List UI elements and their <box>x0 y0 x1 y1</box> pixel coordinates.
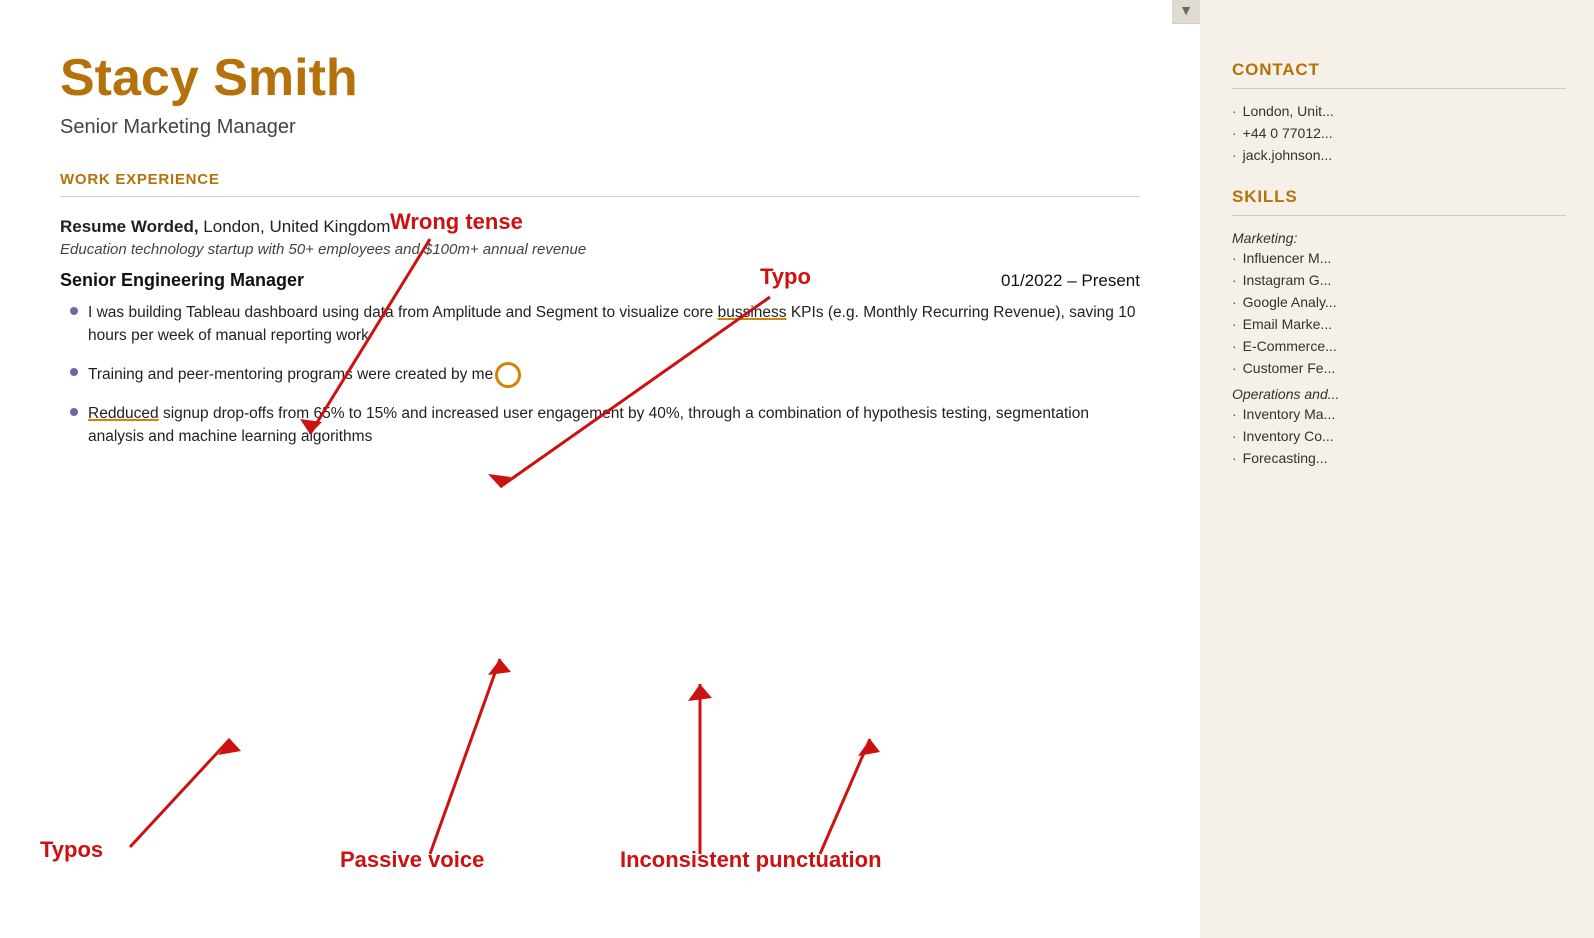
job-title-line: Senior Engineering Manager 01/2022 – Pre… <box>60 270 1140 291</box>
contact-phone: +44 0 77012... <box>1243 125 1333 141</box>
company-desc: Education technology startup with 50+ em… <box>60 241 1140 258</box>
skill-email: · Email Marke... <box>1232 316 1566 332</box>
skill-forecasting: · Forecasting... <box>1232 450 1566 466</box>
inconsistent-punctuation-label: Inconsistent punctuation <box>620 847 882 872</box>
skills-divider <box>1232 215 1566 216</box>
bullet-list: I was building Tableau dashboard using d… <box>60 301 1140 448</box>
contact-item-3: · jack.johnson... <box>1232 147 1566 163</box>
skill-instagram: · Instagram G... <box>1232 272 1566 288</box>
skill-influencer: · Influencer M... <box>1232 250 1566 266</box>
skill-inventory-1: · Inventory Ma... <box>1232 406 1566 422</box>
bullet-dot-1 <box>70 307 78 315</box>
typo-redduced: Redduced <box>88 405 159 422</box>
bullet-item-2: Training and peer-mentoring programs wer… <box>70 362 1140 388</box>
contact-location: London, Unit... <box>1243 103 1334 119</box>
bullet-item-1: I was building Tableau dashboard using d… <box>70 301 1140 348</box>
bullet-dot-3 <box>70 408 78 416</box>
skill-inventory-2: · Inventory Co... <box>1232 428 1566 444</box>
section-divider <box>60 196 1140 197</box>
contact-bullet-2: · <box>1232 125 1237 141</box>
work-experience-header: WORK EXPERIENCE <box>60 171 1140 188</box>
company-name: Resume Worded, <box>60 217 199 236</box>
skill-group-marketing-label: Marketing: <box>1232 230 1566 246</box>
resume-sidebar: CONTACT · London, Unit... · +44 0 77012.… <box>1200 0 1590 938</box>
contact-header: CONTACT <box>1232 60 1566 80</box>
job-dates: 01/2022 – Present <box>1001 271 1140 291</box>
skill-google: · Google Analy... <box>1232 294 1566 310</box>
candidate-title: Senior Marketing Manager <box>60 116 1140 139</box>
contact-email: jack.johnson... <box>1243 147 1333 163</box>
scroll-indicator[interactable]: ▼ <box>1172 0 1200 24</box>
typo-bussiness: bussiness <box>718 304 787 321</box>
contact-bullet-1: · <box>1232 103 1237 119</box>
skills-header: SKILLS <box>1232 187 1566 207</box>
bullet-text-1: I was building Tableau dashboard using d… <box>88 301 1140 348</box>
scroll-down-icon: ▼ <box>1179 4 1193 20</box>
contact-bullet-3: · <box>1232 147 1237 163</box>
company-location: London, United Kingdom <box>199 217 391 236</box>
skill-customer: · Customer Fe... <box>1232 360 1566 376</box>
contact-divider <box>1232 88 1566 89</box>
bullet-text-2: Training and peer-mentoring programs wer… <box>88 362 521 388</box>
bullet-dot-2 <box>70 368 78 376</box>
candidate-name: Stacy Smith <box>60 48 1140 108</box>
skill-ecommerce: · E-Commerce... <box>1232 338 1566 354</box>
skill-group-operations-label: Operations and... <box>1232 386 1566 402</box>
resume-main: ▼ Stacy Smith Senior Marketing Manager W… <box>0 0 1200 938</box>
contact-item-2: · +44 0 77012... <box>1232 125 1566 141</box>
company-line: Resume Worded, London, United Kingdom <box>60 217 1140 237</box>
passive-voice-label: Passive voice <box>340 847 484 872</box>
typos-bottom-label: Typos <box>40 837 103 862</box>
annotations-overlay: Wrong tense Typo Typos Passive voice Inc… <box>0 0 1200 938</box>
job-title: Senior Engineering Manager <box>60 270 304 291</box>
bullet-item-3: Redduced signup drop-offs from 65% to 15… <box>70 402 1140 449</box>
bullet-text-3: Redduced signup drop-offs from 65% to 15… <box>88 402 1140 449</box>
contact-item-1: · London, Unit... <box>1232 103 1566 119</box>
